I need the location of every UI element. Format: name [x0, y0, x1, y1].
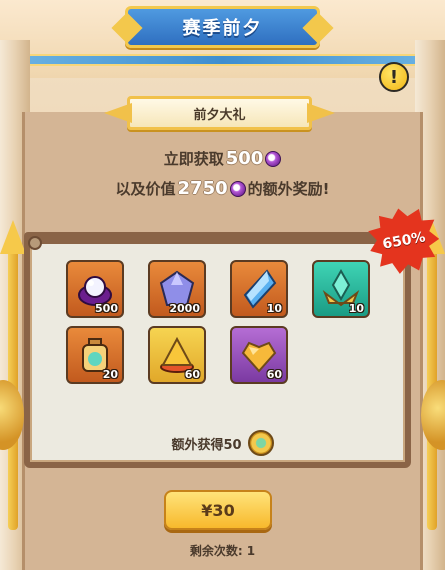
purchase-price: ¥30 — [201, 500, 235, 520]
extra-reward-label: 额外获得50 — [171, 437, 242, 453]
offer-line-2-prefix: 以及价值 — [115, 180, 176, 198]
offer-line-1-amount: 500 — [225, 148, 264, 169]
purchase-button[interactable]: ¥30 — [164, 490, 272, 530]
page-title: 赛季前夕 — [182, 18, 263, 39]
ribbon-label: 前夕大礼 — [193, 107, 246, 123]
reward-count: 500 — [95, 302, 118, 315]
offer-line-1-prefix: 立即获取 — [163, 150, 224, 168]
reward-item[interactable]: 20 — [66, 326, 124, 384]
reward-count: 10 — [266, 302, 282, 315]
title-plate: 赛季前夕 — [125, 6, 320, 48]
rewards-top-bar — [24, 232, 419, 244]
remaining-purchases: 剩余次数: 1 — [189, 544, 256, 558]
reward-item[interactable]: 60 — [148, 326, 206, 384]
offer-line-2: 以及价值 2750 的额外奖励! — [0, 178, 445, 199]
discount-badge-label: 650% — [381, 229, 427, 253]
reward-count: 20 — [102, 368, 118, 381]
reward-item[interactable]: 2000 — [148, 260, 206, 318]
reward-item[interactable]: 10 — [312, 260, 370, 318]
reward-count: 10 — [348, 302, 364, 315]
reward-item[interactable]: 60 — [230, 326, 288, 384]
reward-items: 500 2000 10 10 20 60 60 — [66, 260, 370, 384]
season-token-icon — [247, 430, 274, 456]
reward-count: 60 — [266, 368, 282, 381]
reward-count: 2000 — [169, 302, 200, 315]
offer-line-1: 立即获取 500 — [0, 148, 445, 169]
offer-line-2-suffix: 的额外奖励! — [247, 180, 330, 198]
purple-gem-icon — [229, 180, 246, 197]
info-button[interactable]: ! — [379, 62, 409, 92]
gift-ribbon: 前夕大礼 — [127, 96, 312, 130]
reward-count: 60 — [184, 368, 200, 381]
reward-item[interactable]: 500 — [66, 260, 124, 318]
offer-line-2-amount: 2750 — [177, 178, 228, 199]
purple-gem-icon — [265, 150, 282, 167]
extra-reward: 额外获得50 — [0, 430, 445, 456]
reward-item[interactable]: 10 — [230, 260, 288, 318]
arch-band — [20, 54, 425, 66]
bolt-decoration — [28, 236, 42, 250]
exclamation-icon: ! — [389, 66, 399, 88]
